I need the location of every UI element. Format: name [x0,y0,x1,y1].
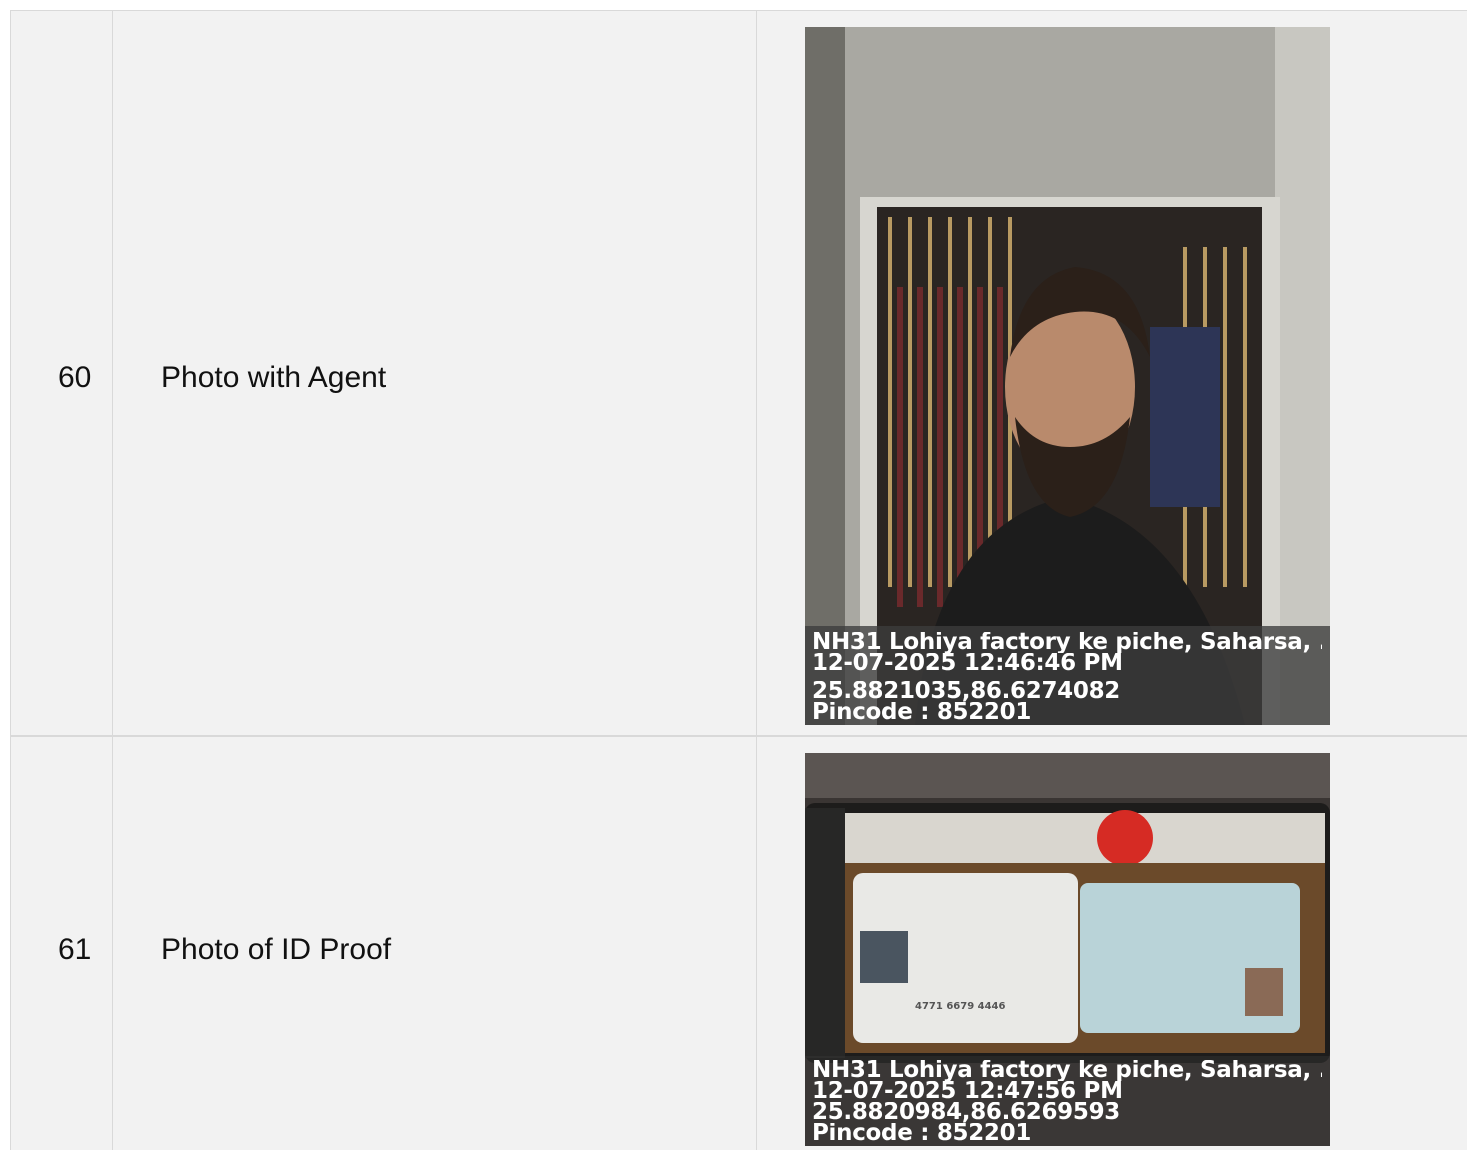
row-photo-cell: 4771 6679 4446 NH31 Lohiya factory ke pi… [757,737,1467,1150]
geo-stamp-overlay: NH31 Lohiya factory ke piche, Saharsa, .… [805,626,1330,725]
row-number-cell: 61 [11,737,113,1150]
stamp-coordinates: 25.8820984,86.6269593 [812,1102,1120,1123]
stamp-address: NH31 Lohiya factory ke piche, Saharsa, .… [812,632,1322,653]
evidence-table: 60 Photo with Agent NH31 Lohiya factory … [10,10,1467,1150]
row-label-cell: Photo of ID Proof [113,737,757,1150]
selfie-photo-image [805,27,1330,725]
table-row: 60 Photo with Agent NH31 Lohiya factory … [11,11,1467,737]
row-number-cell: 60 [11,11,113,735]
row-label: Photo of ID Proof [161,933,392,966]
row-label: Photo with Agent [161,361,387,394]
stamp-pincode: Pincode : 852201 [812,1123,1032,1144]
stamp-address: NH31 Lohiya factory ke piche, Saharsa, .… [812,1060,1322,1081]
row-number: 61 [58,933,92,966]
row-number: 60 [58,361,92,394]
row-label-cell: Photo with Agent [113,11,757,735]
stamp-pincode: Pincode : 852201 [812,702,1032,723]
agent-selfie-photo[interactable]: NH31 Lohiya factory ke piche, Saharsa, .… [805,27,1330,725]
row-photo-cell: NH31 Lohiya factory ke piche, Saharsa, .… [757,11,1467,735]
geo-stamp-overlay: NH31 Lohiya factory ke piche, Saharsa, .… [805,1056,1330,1146]
stamp-datetime: 12-07-2025 12:47:56 PM [812,1081,1123,1102]
stamp-datetime: 12-07-2025 12:46:46 PM [812,653,1123,674]
stamp-coordinates: 25.8821035,86.6274082 [812,681,1120,702]
id-proof-photo[interactable]: 4771 6679 4446 NH31 Lohiya factory ke pi… [805,753,1330,1146]
svg-text:4771 6679 4446: 4771 6679 4446 [915,1001,1006,1012]
table-row: 61 Photo of ID Proof 4771 6679 4446 NH31… [11,737,1467,1150]
